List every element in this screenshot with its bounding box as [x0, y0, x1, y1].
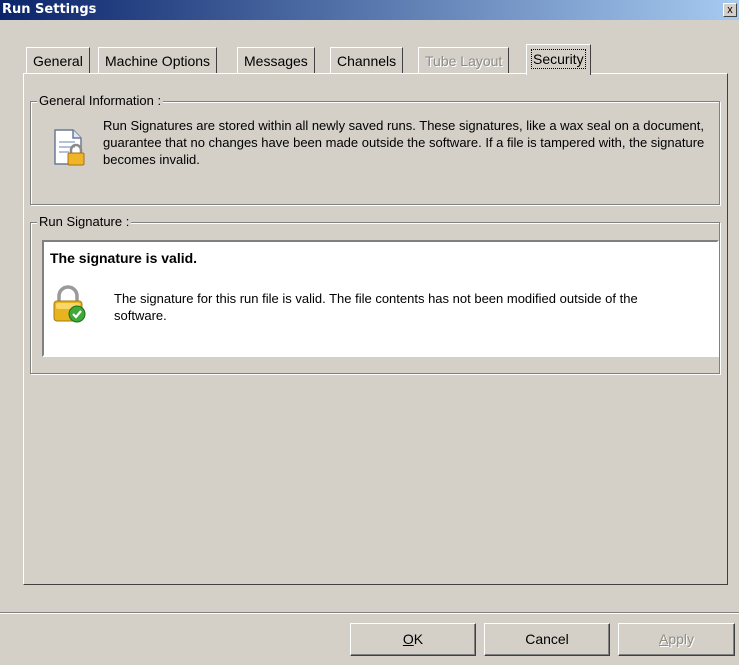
- window-title: Run Settings: [2, 2, 97, 17]
- security-tab-panel: General Information : Run Signatures are…: [23, 73, 728, 585]
- group-title: Run Signature :: [37, 214, 132, 229]
- button-separator: [0, 612, 739, 614]
- tab-label: Channels: [337, 53, 397, 69]
- tab-channels[interactable]: Channels: [330, 47, 404, 73]
- tab-label: Machine Options: [105, 53, 211, 69]
- tab-general[interactable]: General: [26, 47, 90, 73]
- tab-label: Tube Layout: [425, 53, 503, 69]
- ok-button[interactable]: OK: [350, 623, 476, 656]
- cancel-button[interactable]: Cancel: [484, 623, 610, 656]
- tab-label: Messages: [244, 53, 308, 69]
- general-information-group: General Information : Run Signatures are…: [30, 93, 720, 205]
- signature-status-heading: The signature is valid.: [50, 250, 198, 266]
- group-title: General Information :: [37, 93, 164, 108]
- close-button[interactable]: x: [723, 3, 737, 17]
- signature-status-panel: The signature is valid. The signature fo…: [42, 240, 719, 357]
- signature-status-text: The signature for this run file is valid…: [114, 291, 638, 323]
- general-information-text: Run Signatures are stored within all new…: [103, 118, 705, 167]
- tab-tube-layout[interactable]: Tube Layout: [418, 47, 510, 73]
- tab-label: Security: [531, 49, 586, 69]
- apply-button[interactable]: Apply: [618, 623, 735, 656]
- run-signature-group: Run Signature : The signature is valid. …: [30, 214, 720, 374]
- document-lock-icon: [51, 128, 87, 168]
- padlock-check-icon: [50, 284, 88, 324]
- tab-label: General: [33, 53, 83, 69]
- tab-messages[interactable]: Messages: [237, 47, 315, 73]
- title-bar: Run Settings x: [0, 0, 739, 20]
- tab-machine-options[interactable]: Machine Options: [98, 47, 218, 73]
- tab-security[interactable]: Security: [526, 44, 591, 75]
